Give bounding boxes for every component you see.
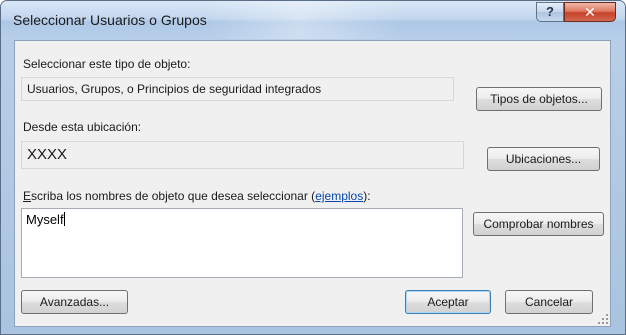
cancel-button[interactable]: Cancelar [505, 290, 593, 314]
object-names-label-accel: E [23, 189, 32, 203]
help-icon: ? [546, 4, 554, 19]
close-button[interactable]: ✕ [564, 2, 616, 22]
object-names-label-end: ): [363, 189, 371, 203]
advanced-button[interactable]: Avanzadas... [21, 290, 128, 314]
location-value: XXXX [27, 146, 68, 163]
object-type-value: Usuarios, Grupos, o Principios de seguri… [27, 82, 322, 96]
object-types-button[interactable]: Tipos de objetos... [476, 87, 602, 111]
examples-link[interactable]: ejemplos [315, 189, 363, 203]
ok-button[interactable]: Aceptar [405, 290, 491, 314]
text-caret [63, 212, 65, 226]
location-label: Desde esta ubicación: [23, 120, 142, 134]
resize-grip[interactable] [598, 314, 608, 324]
object-type-label: Seleccionar este tipo de objeto: [23, 57, 191, 71]
close-icon: ✕ [584, 4, 596, 20]
help-button[interactable]: ? [536, 2, 564, 22]
dialog-body: Seleccionar este tipo de objeto: Usuario… [14, 40, 611, 327]
check-names-button[interactable]: Comprobar nombres [473, 212, 604, 236]
object-names-input[interactable]: Myself [21, 208, 463, 278]
object-type-field: Usuarios, Grupos, o Principios de seguri… [21, 77, 454, 101]
title-bar[interactable]: Seleccionar Usuarios o Grupos ? ✕ [1, 1, 625, 39]
location-field: XXXX [21, 141, 464, 169]
window-title: Seleccionar Usuarios o Grupos [13, 12, 207, 28]
object-names-label-text: scriba los nombres de objeto que desea s… [31, 189, 316, 203]
title-bar-glass [201, 1, 401, 39]
locations-button[interactable]: Ubicaciones... [487, 147, 600, 171]
object-names-value: Myself [26, 212, 64, 227]
object-names-label: Escriba los nombres de objeto que desea … [23, 189, 371, 203]
dialog-window: Seleccionar Usuarios o Grupos ? ✕ Selecc… [0, 0, 626, 335]
